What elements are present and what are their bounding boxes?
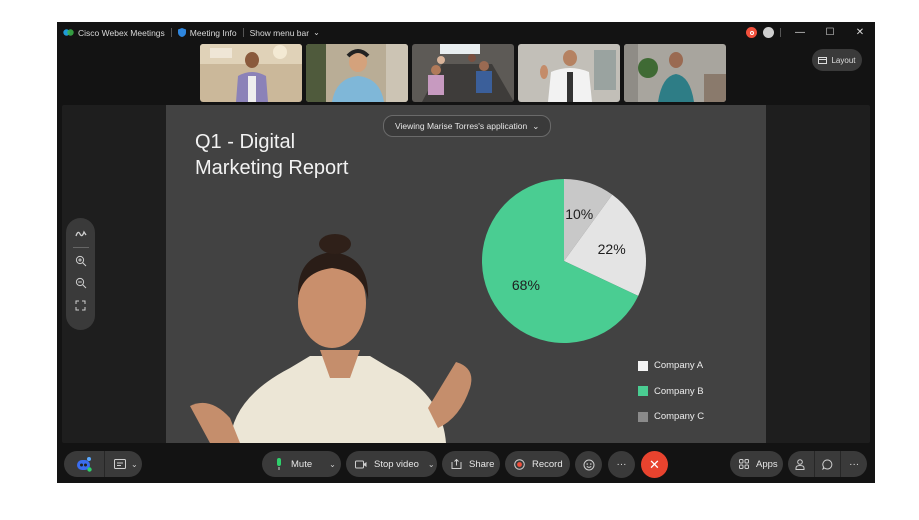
legend-swatch bbox=[638, 360, 648, 371]
webex-window: Cisco Webex Meetings Meeting Info Show m… bbox=[57, 22, 875, 483]
fit-to-screen-icon[interactable] bbox=[71, 295, 91, 315]
show-menu-bar-label: Show menu bar bbox=[249, 27, 310, 38]
presenter-video bbox=[190, 234, 472, 443]
captions-icon bbox=[114, 459, 126, 469]
divider bbox=[780, 28, 781, 37]
meeting-info-label: Meeting Info bbox=[189, 27, 237, 38]
chat-button[interactable] bbox=[815, 458, 841, 470]
chevron-down-icon[interactable]: ⌄ bbox=[329, 460, 336, 469]
annotation-indicator-icon[interactable] bbox=[763, 27, 774, 38]
stop-video-label: Stop video bbox=[374, 458, 419, 470]
app-title: Cisco Webex Meetings bbox=[57, 28, 171, 38]
window-controls: — ☐ ✕ bbox=[746, 22, 875, 43]
legend-item: Company B bbox=[638, 379, 704, 405]
stop-video-button[interactable]: Stop video ⌄ bbox=[346, 451, 437, 477]
chevron-down-icon: ⌄ bbox=[313, 28, 320, 37]
annotate-icon[interactable] bbox=[71, 224, 91, 244]
participant-filmstrip bbox=[200, 44, 726, 102]
legend-label: Company A bbox=[654, 360, 704, 372]
maximize-button[interactable]: ☐ bbox=[815, 22, 845, 43]
end-meeting-button[interactable]: ✕ bbox=[641, 451, 668, 478]
participants-icon bbox=[795, 458, 806, 470]
minimize-button[interactable]: — bbox=[785, 22, 815, 43]
app-name: Cisco Webex Meetings bbox=[78, 27, 165, 38]
participant-video-2[interactable] bbox=[306, 44, 408, 102]
chevron-down-icon: ⌄ bbox=[131, 459, 138, 469]
pie-data-label: 22% bbox=[598, 241, 626, 257]
apps-button[interactable]: Apps bbox=[730, 451, 783, 477]
zoom-out-icon[interactable] bbox=[71, 273, 91, 293]
recording-indicator-icon[interactable] bbox=[746, 27, 757, 38]
chevron-down-icon: ⌄ bbox=[532, 120, 540, 131]
layout-icon bbox=[818, 56, 828, 64]
apps-label: Apps bbox=[756, 458, 778, 470]
record-button[interactable]: Record bbox=[505, 451, 570, 477]
share-button[interactable]: Share bbox=[442, 451, 500, 477]
microphone-icon bbox=[276, 458, 282, 470]
record-icon bbox=[514, 458, 525, 470]
title-bar: Cisco Webex Meetings Meeting Info Show m… bbox=[57, 22, 875, 43]
viewing-share-banner[interactable]: Viewing Marise Torres's application ⌄ bbox=[383, 115, 552, 137]
participant-video-5[interactable] bbox=[624, 44, 726, 102]
share-banner-label: Viewing Marise Torres's application bbox=[395, 121, 528, 131]
legend-item: Company A bbox=[638, 353, 704, 379]
closed-captions-button[interactable]: ⌄ bbox=[105, 459, 138, 469]
more-options-button[interactable]: ··· bbox=[608, 451, 635, 478]
side-toolbar bbox=[66, 218, 95, 330]
legend-label: Company C bbox=[654, 411, 705, 423]
divider bbox=[72, 247, 89, 248]
ai-assistant-icon bbox=[75, 456, 93, 472]
meeting-info-button[interactable]: Meeting Info bbox=[172, 28, 243, 38]
assistant-group: ⌄ bbox=[64, 451, 142, 477]
more-panels-button[interactable]: ··· bbox=[841, 459, 867, 470]
legend-label: Company B bbox=[654, 385, 704, 397]
show-menu-bar-button[interactable]: Show menu bar ⌄ bbox=[244, 28, 326, 38]
reactions-button[interactable] bbox=[575, 451, 602, 478]
pie-data-label: 10% bbox=[565, 206, 593, 222]
video-camera-icon bbox=[355, 460, 367, 469]
layout-button[interactable]: Layout bbox=[812, 49, 862, 71]
emoji-icon bbox=[583, 459, 595, 471]
shield-icon bbox=[177, 28, 186, 37]
ai-assistant-button[interactable] bbox=[64, 456, 104, 472]
record-label: Record bbox=[532, 458, 563, 470]
participant-video-1[interactable] bbox=[200, 44, 302, 102]
meeting-controls-bar: ⌄ Mute ⌄ Stop video ⌄ Share Record ··· ✕… bbox=[57, 443, 875, 483]
legend-item: Company C bbox=[638, 404, 704, 430]
participant-video-3[interactable] bbox=[412, 44, 514, 102]
mute-button[interactable]: Mute ⌄ bbox=[262, 451, 341, 477]
legend-swatch bbox=[638, 386, 648, 397]
participants-button[interactable] bbox=[788, 458, 814, 470]
participant-video-4[interactable] bbox=[518, 44, 620, 102]
right-controls-group: ··· bbox=[788, 451, 867, 477]
close-button[interactable]: ✕ bbox=[845, 22, 875, 43]
shared-slide: Q1 - Digital Marketing Report 10% 22% 68% … bbox=[166, 105, 766, 443]
chart-legend: Company A Company B Company C bbox=[638, 353, 704, 430]
apps-grid-icon bbox=[739, 459, 749, 469]
share-icon bbox=[451, 459, 462, 469]
zoom-in-icon[interactable] bbox=[71, 251, 91, 271]
webex-logo-icon bbox=[63, 28, 74, 37]
mute-label: Mute bbox=[291, 458, 313, 470]
share-label: Share bbox=[469, 458, 495, 470]
legend-swatch bbox=[638, 411, 648, 422]
chevron-down-icon[interactable]: ⌄ bbox=[428, 460, 435, 469]
chat-icon bbox=[822, 458, 833, 470]
layout-label: Layout bbox=[831, 55, 856, 65]
pie-data-label: 68% bbox=[512, 277, 540, 293]
